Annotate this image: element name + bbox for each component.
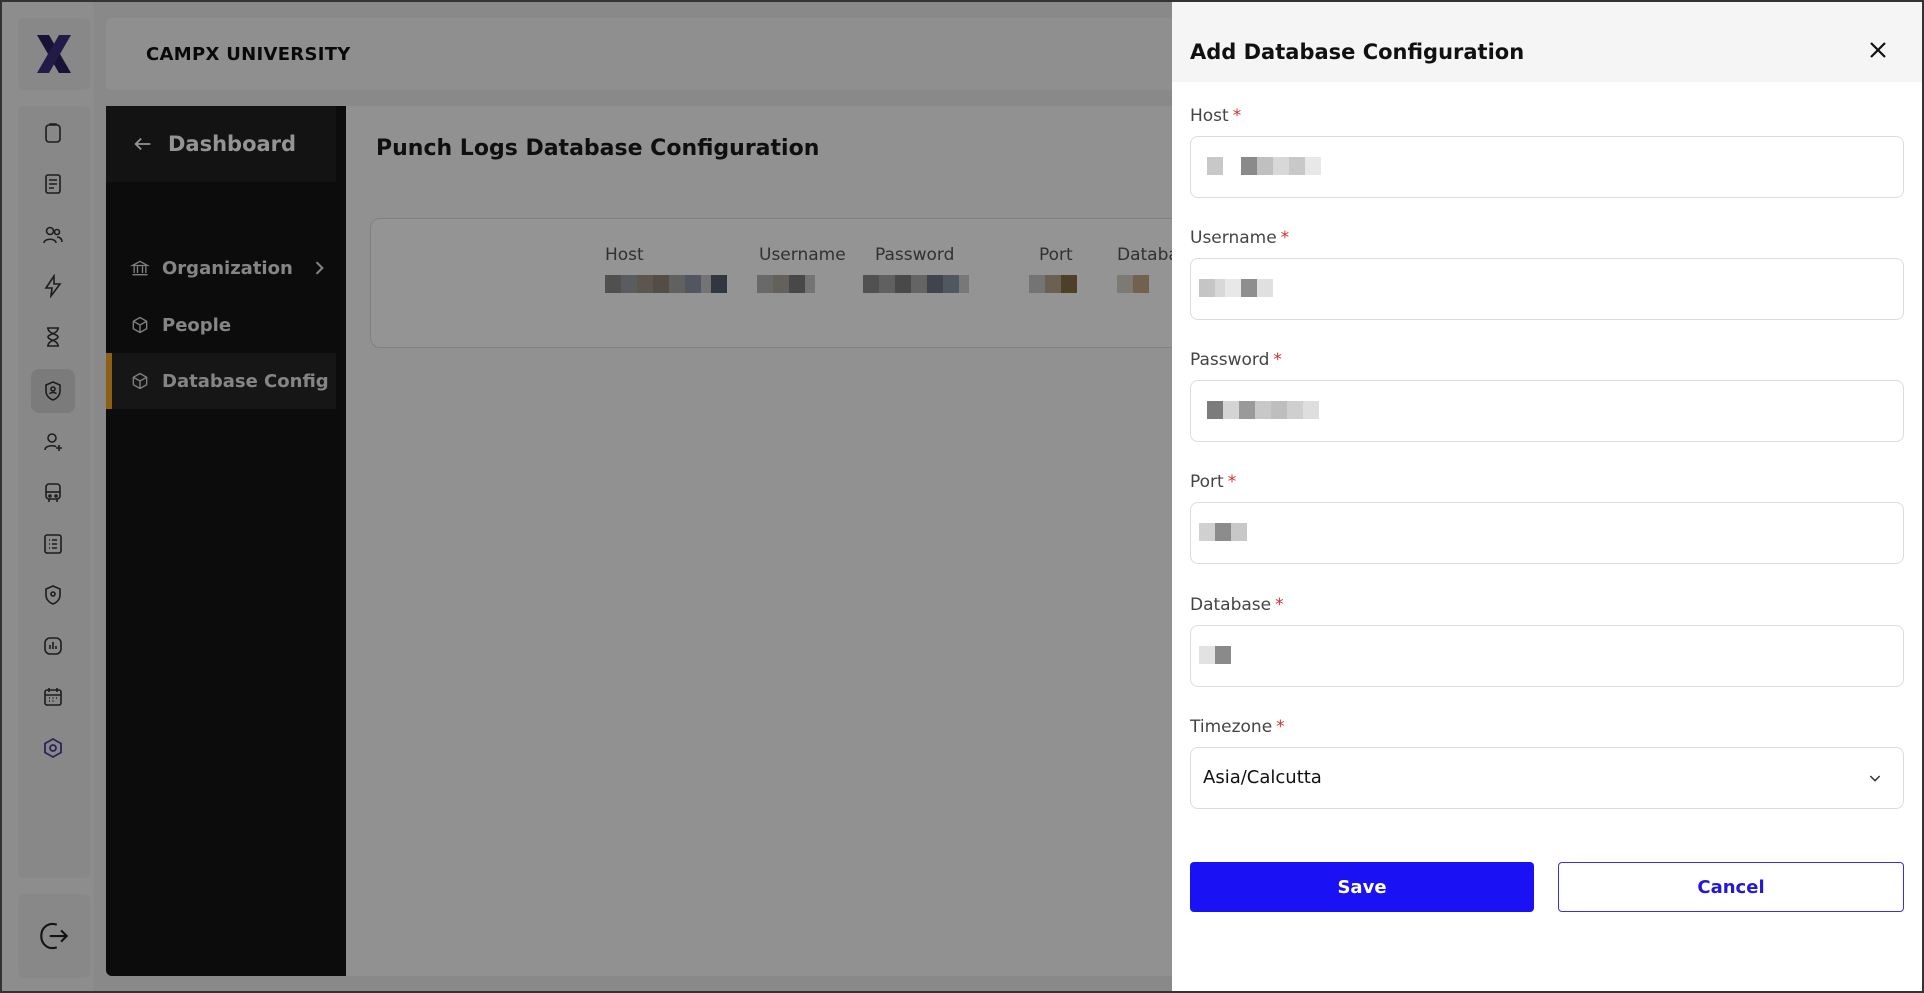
host-input[interactable] xyxy=(1190,136,1904,198)
database-input[interactable] xyxy=(1190,625,1904,687)
close-icon xyxy=(1870,42,1886,58)
add-database-config-drawer: Add Database Configuration Host * Usernam… xyxy=(1172,0,1924,993)
password-input[interactable] xyxy=(1190,380,1904,442)
timezone-label: Timezone * xyxy=(1190,717,1285,737)
port-label: Port * xyxy=(1190,472,1237,492)
cancel-button[interactable]: Cancel xyxy=(1558,862,1904,912)
database-label: Database * xyxy=(1190,595,1284,615)
port-input[interactable] xyxy=(1190,502,1904,564)
redacted-value xyxy=(1199,646,1231,664)
redacted-value xyxy=(1207,401,1319,419)
chevron-down-icon xyxy=(1869,775,1881,782)
save-button[interactable]: Save xyxy=(1190,862,1534,912)
drawer-header: Add Database Configuration xyxy=(1172,0,1924,82)
drawer-title: Add Database Configuration xyxy=(1190,40,1525,64)
redacted-value xyxy=(1199,279,1273,297)
close-button[interactable] xyxy=(1864,36,1892,64)
password-label: Password * xyxy=(1190,350,1282,370)
timezone-value: Asia/Calcutta xyxy=(1203,767,1322,788)
redacted-value xyxy=(1199,523,1247,541)
host-label: Host * xyxy=(1190,106,1242,126)
app-root: CAMPX UNIVERSITY Dashboard Organization … xyxy=(0,0,1924,993)
redacted-value xyxy=(1207,157,1321,175)
username-input[interactable] xyxy=(1190,258,1904,320)
timezone-select[interactable]: Asia/Calcutta xyxy=(1190,747,1904,809)
username-label: Username * xyxy=(1190,228,1290,248)
